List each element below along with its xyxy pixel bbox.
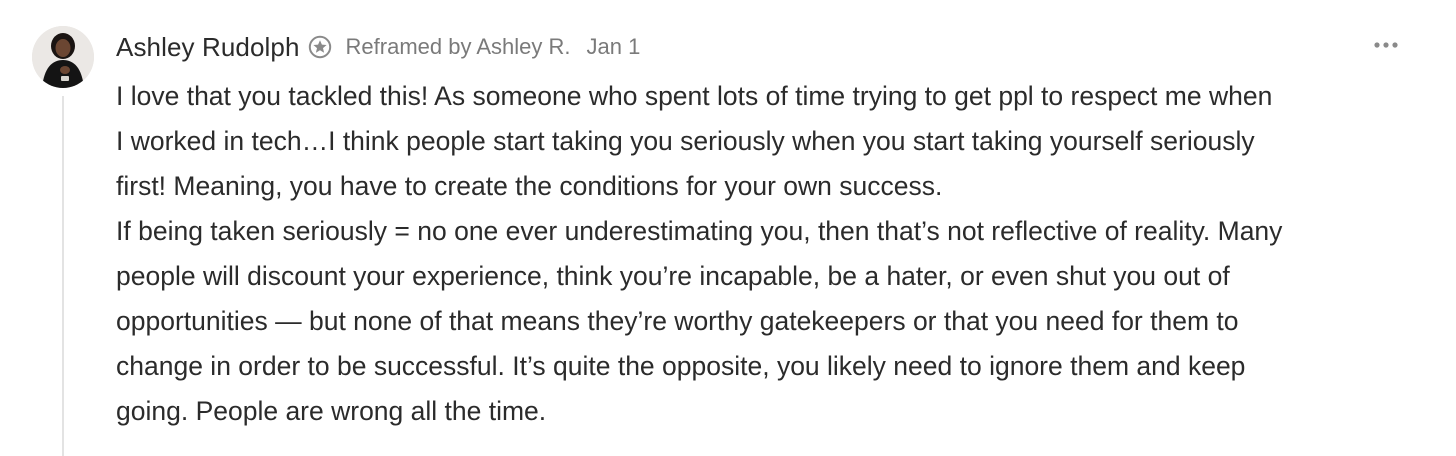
paragraph: If being taken seriously = no one ever u… (116, 209, 1416, 434)
reframed-by: Reframed by Ashley R. (345, 34, 571, 59)
star-badge-icon (308, 35, 332, 59)
comment-date[interactable]: Jan 1 (587, 34, 641, 60)
text-line: first! Meaning, you have to create the c… (116, 171, 943, 201)
text-line: If being taken seriously = no one ever u… (116, 216, 1283, 246)
text-line: opportunities — but none of that means t… (116, 306, 1239, 336)
text-line: I love that you tackled this! As someone… (116, 81, 1273, 111)
avatar-image (32, 26, 94, 88)
paragraph: I love that you tackled this! As someone… (116, 74, 1416, 209)
text-line: change in order to be successful. It’s q… (116, 351, 1246, 381)
thread-line (62, 96, 64, 456)
text-line: going. People are wrong all the time. (116, 396, 547, 426)
author-name[interactable]: Ashley Rudolph (116, 32, 300, 63)
text-line: people will discount your experience, th… (116, 261, 1230, 291)
more-options-icon[interactable] (1368, 30, 1404, 60)
comment: Ashley Rudolph Reframed by Ashley R. Jan… (0, 0, 1456, 456)
avatar[interactable] (32, 26, 94, 88)
text-line: I worked in tech…I think people start ta… (116, 126, 1255, 156)
comment-header: Ashley Rudolph Reframed by Ashley R. Jan… (116, 28, 640, 66)
comment-body: I love that you tackled this! As someone… (116, 74, 1416, 434)
